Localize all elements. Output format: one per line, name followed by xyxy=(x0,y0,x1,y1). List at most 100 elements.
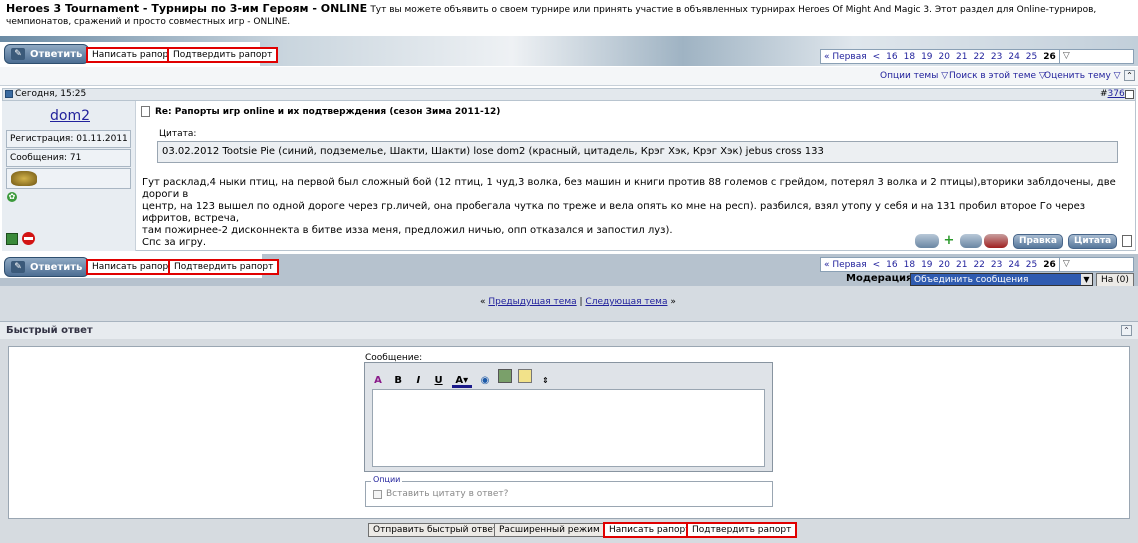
select-arrow-icon[interactable]: ▼ xyxy=(1081,274,1092,285)
moderation-label: Модерация xyxy=(846,273,913,284)
pager-page[interactable]: 19 xyxy=(918,52,935,62)
thread-nav-separator: | xyxy=(579,297,583,307)
quote-checkbox-label: Вставить цитату в ответ? xyxy=(386,489,509,499)
font-color-icon[interactable]: A▾ xyxy=(451,374,472,388)
pager-page[interactable]: 23 xyxy=(988,52,1005,62)
advanced-mode-button[interactable]: Расширенный режим xyxy=(494,523,605,537)
collapse-icon[interactable]: ⌃ xyxy=(1124,70,1135,81)
moderation-select[interactable]: Объединить сообщения ▼ xyxy=(910,273,1093,286)
pager-page[interactable]: 16 xyxy=(883,52,900,62)
moderation-selected: Объединить сообщения xyxy=(914,275,1029,285)
online-status-icon xyxy=(6,233,18,245)
post-number[interactable]: #376 xyxy=(1100,89,1125,99)
rate-thread-menu[interactable]: Оценить тему ▽ xyxy=(1044,71,1121,81)
post-status-icon xyxy=(5,90,13,98)
editor-toolbar: A B I U A▾ ◉ ⇕ xyxy=(371,369,767,388)
pager-first[interactable]: « Первая xyxy=(821,260,870,270)
user-messages: Сообщения: 71 xyxy=(6,149,131,167)
pagination-bottom: « Первая < 16 18 19 20 21 22 23 24 25 26… xyxy=(820,257,1134,272)
quick-reply-header: Быстрый ответ ⌃ xyxy=(0,321,1138,339)
edit-post-button[interactable]: Правка xyxy=(1013,234,1063,249)
reputation-button-icon[interactable] xyxy=(915,234,939,248)
reply-label: Ответить xyxy=(30,48,83,60)
write-report-button-reply[interactable]: Написать рапорт xyxy=(603,522,697,538)
italic-icon[interactable]: I xyxy=(411,374,425,388)
pager-prev[interactable]: < xyxy=(870,260,884,270)
pager-page[interactable]: 20 xyxy=(936,52,953,62)
moderation-go-button[interactable]: На (0) xyxy=(1096,273,1134,287)
post-title: Re: Рапорты игр online и их подтверждени… xyxy=(155,107,501,117)
pager-page[interactable]: 24 xyxy=(1005,260,1022,270)
pager-current-page: 26 xyxy=(1043,51,1056,62)
reputation-icon: ✿ xyxy=(7,192,17,202)
user-badge-box xyxy=(6,168,131,189)
thread-nav: « Предыдущая тема | Следующая тема » xyxy=(480,297,676,307)
pager-first[interactable]: « Первая xyxy=(821,52,870,62)
add-reputation-icon[interactable]: + xyxy=(941,234,957,248)
post-select-checkbox[interactable] xyxy=(1125,90,1134,99)
reply-button-top[interactable]: ✎ Ответить xyxy=(4,44,90,64)
pager-page[interactable]: 16 xyxy=(883,260,900,270)
pager-page[interactable]: 18 xyxy=(901,260,918,270)
thread-options-menu[interactable]: Опции темы ▽ xyxy=(880,71,948,81)
confirm-report-button-bottom[interactable]: Подтвердить рапорт xyxy=(168,259,280,275)
post-number-link[interactable]: 376 xyxy=(1108,89,1125,99)
confirm-report-button-top[interactable]: Подтвердить рапорт xyxy=(167,47,279,63)
user-registration: Регистрация: 01.11.2011 xyxy=(6,130,131,148)
search-thread-label: Поиск в этой теме xyxy=(949,71,1037,81)
pager-current-page: 26 xyxy=(1043,259,1056,270)
remove-format-icon[interactable]: A xyxy=(371,374,385,388)
insert-quote-icon[interactable] xyxy=(518,369,533,383)
pager-page[interactable]: 25 xyxy=(1023,260,1040,270)
post-username[interactable]: dom2 xyxy=(50,108,90,124)
send-quick-reply-button[interactable]: Отправить быстрый ответ xyxy=(368,523,504,537)
pager-page[interactable]: 22 xyxy=(970,52,987,62)
bold-icon[interactable]: B xyxy=(391,374,405,388)
minus-reputation-icon[interactable] xyxy=(984,234,1008,248)
post-header: Сегодня, 15:25 #376 xyxy=(2,88,1136,101)
pager-page[interactable]: 21 xyxy=(953,260,970,270)
quote-block: 03.02.2012 Tootsie Pie (синий, подземель… xyxy=(157,141,1118,163)
quote-post-button[interactable]: Цитата xyxy=(1068,234,1118,249)
pager-page[interactable]: 22 xyxy=(970,260,987,270)
options-legend: Опции xyxy=(371,475,403,484)
pager-page[interactable]: 20 xyxy=(936,260,953,270)
prev-thread-link[interactable]: Предыдущая тема xyxy=(488,297,576,307)
quote-checkbox[interactable] xyxy=(373,490,382,499)
write-report-button-bottom[interactable]: Написать рапорт xyxy=(86,259,180,275)
pager-dropdown-icon[interactable]: ▽ xyxy=(1058,50,1073,63)
message-textarea[interactable] xyxy=(372,389,765,467)
multiquote-icon[interactable] xyxy=(1122,235,1132,247)
reply-icon: ✎ xyxy=(11,48,25,60)
underline-icon[interactable]: U xyxy=(432,374,446,388)
pager-dropdown-icon[interactable]: ▽ xyxy=(1058,258,1073,271)
thread-options-label: Опции темы xyxy=(880,71,939,81)
creature-avatar-icon xyxy=(11,171,37,186)
write-report-button-top[interactable]: Написать рапорт xyxy=(86,47,180,63)
collapse-quick-reply-icon[interactable]: ⌃ xyxy=(1121,325,1132,336)
pager-prev[interactable]: < xyxy=(870,52,884,62)
next-thread-link[interactable]: Следующая тема xyxy=(585,297,667,307)
insert-link-icon[interactable]: ◉ xyxy=(478,374,492,388)
ignore-user-icon[interactable] xyxy=(22,232,35,245)
pager-page[interactable]: 19 xyxy=(918,260,935,270)
quick-reply-title: Быстрый ответ xyxy=(6,325,93,336)
forum-title: Heroes 3 Tournament - Турниры по 3-им Ге… xyxy=(6,2,368,15)
pager-page[interactable]: 21 xyxy=(953,52,970,62)
options-fieldset: Опции Вставить цитату в ответ? xyxy=(365,475,773,507)
pagination-top: « Первая < 16 18 19 20 21 22 23 24 25 26… xyxy=(820,49,1134,64)
forum-header: Heroes 3 Tournament - Турниры по 3-им Ге… xyxy=(0,0,1138,36)
pager-page[interactable]: 25 xyxy=(1023,52,1040,62)
thanks-button-icon[interactable] xyxy=(960,234,982,248)
insert-image-icon[interactable] xyxy=(498,369,513,383)
pager-page[interactable]: 23 xyxy=(988,260,1005,270)
pager-page[interactable]: 24 xyxy=(1005,52,1022,62)
resize-editor-icon[interactable]: ⇕ xyxy=(539,374,553,388)
post-text-line: центр, на 123 вышел по одной дороге чере… xyxy=(142,201,1086,224)
message-editor: A B I U A▾ ◉ ⇕ xyxy=(364,362,773,472)
reply-button-bottom[interactable]: ✎ Ответить xyxy=(4,257,90,277)
confirm-report-button-reply[interactable]: Подтвердить рапорт xyxy=(686,522,798,538)
quote-label: Цитата: xyxy=(159,129,197,139)
search-thread-menu[interactable]: Поиск в этой теме ▽ xyxy=(949,71,1046,81)
pager-page[interactable]: 18 xyxy=(901,52,918,62)
